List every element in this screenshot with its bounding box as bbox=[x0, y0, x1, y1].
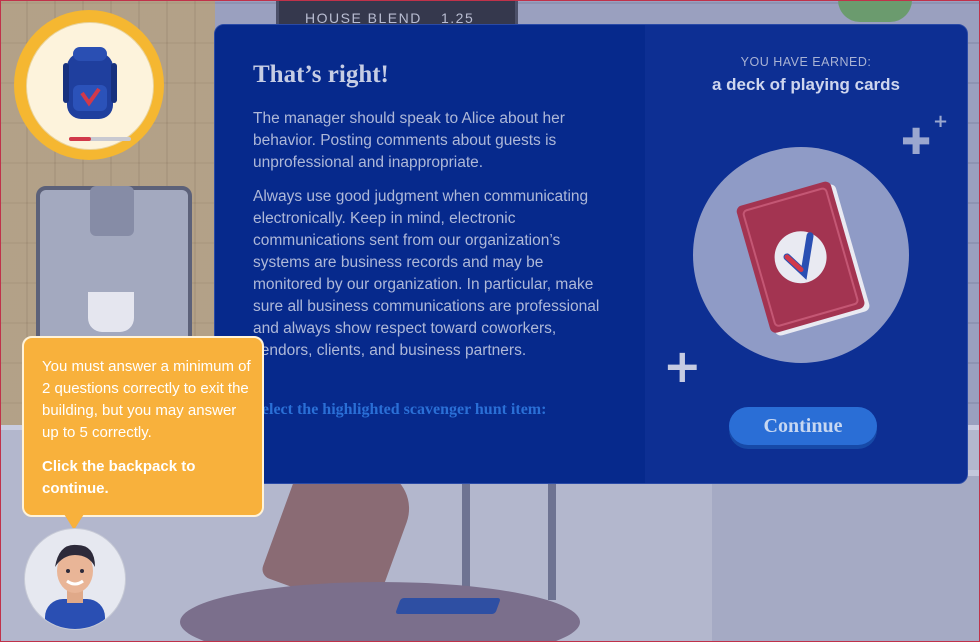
backpack-progress-fill bbox=[69, 137, 91, 141]
guide-avatar bbox=[24, 528, 126, 630]
backpack-badge bbox=[26, 22, 154, 150]
reward-circle bbox=[693, 147, 909, 363]
tooltip-cta: Click the backpack to continue. bbox=[42, 458, 196, 497]
earned-label: YOU HAVE EARNED: bbox=[740, 55, 872, 69]
sparkle-icon: + bbox=[933, 111, 949, 132]
backpack-button[interactable] bbox=[14, 10, 164, 160]
instruction-tooltip: You must answer a minimum of 2 questions… bbox=[22, 336, 264, 517]
feedback-panel: That’s right! The manager should speak t… bbox=[215, 25, 645, 483]
feedback-paragraph: Always use good judgment when communicat… bbox=[253, 188, 600, 359]
coffee-cup bbox=[88, 292, 134, 332]
coffee-machine-head bbox=[90, 186, 134, 236]
shelf bbox=[712, 470, 980, 642]
plant-decoration bbox=[838, 0, 912, 22]
continue-button[interactable]: Continue bbox=[729, 407, 877, 445]
guide-character-icon bbox=[45, 544, 105, 629]
tooltip-text: You must answer a minimum of 2 questions… bbox=[42, 358, 251, 441]
feedback-modal: That’s right! The manager should speak t… bbox=[214, 24, 968, 484]
scavenger-instruction: Select the highlighted scavenger hunt it… bbox=[253, 401, 547, 418]
stool-leg bbox=[462, 480, 470, 600]
playing-cards-icon bbox=[736, 181, 870, 336]
phone-on-table bbox=[395, 598, 501, 614]
feedback-title: That’s right! bbox=[253, 61, 389, 88]
reward-name: a deck of playing cards bbox=[711, 75, 900, 94]
backpack-progress bbox=[69, 137, 131, 141]
feedback-paragraph: The manager should speak to Alice about … bbox=[253, 110, 565, 171]
stool-leg bbox=[548, 480, 556, 600]
backpack-icon bbox=[63, 47, 117, 119]
